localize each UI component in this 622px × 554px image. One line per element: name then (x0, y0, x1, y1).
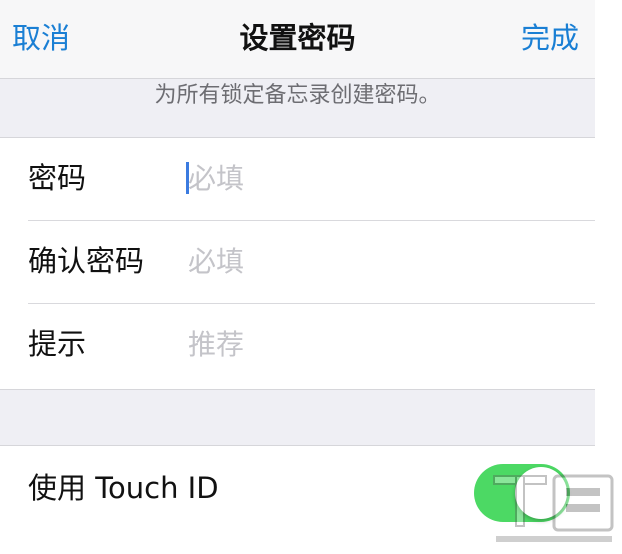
touch-id-label: 使用 Touch ID (28, 471, 219, 505)
password-input[interactable] (188, 158, 568, 198)
hint-text: 为所有锁定备忘录创建密码。 (154, 83, 441, 108)
password-hint-input[interactable] (188, 324, 568, 364)
password-fields-group: 密码 确认密码 提示 (0, 138, 595, 390)
page-title: 设置密码 (239, 21, 356, 55)
done-button[interactable]: 完成 (521, 20, 579, 56)
password-label: 密码 (28, 161, 87, 195)
confirm-password-label: 确认密码 (28, 244, 145, 278)
confirm-password-input[interactable] (188, 241, 568, 281)
password-row: 密码 (0, 138, 595, 221)
hint-section: 为所有锁定备忘录创建密码。 (0, 79, 595, 138)
section-gap (0, 390, 595, 446)
confirm-password-row: 确认密码 (0, 221, 595, 304)
site-watermark-logo-icon (490, 470, 620, 550)
navigation-bar: 取消 设置密码 完成 (0, 0, 595, 79)
password-hint-label: 提示 (28, 327, 87, 361)
hint-row: 提示 (0, 304, 595, 387)
